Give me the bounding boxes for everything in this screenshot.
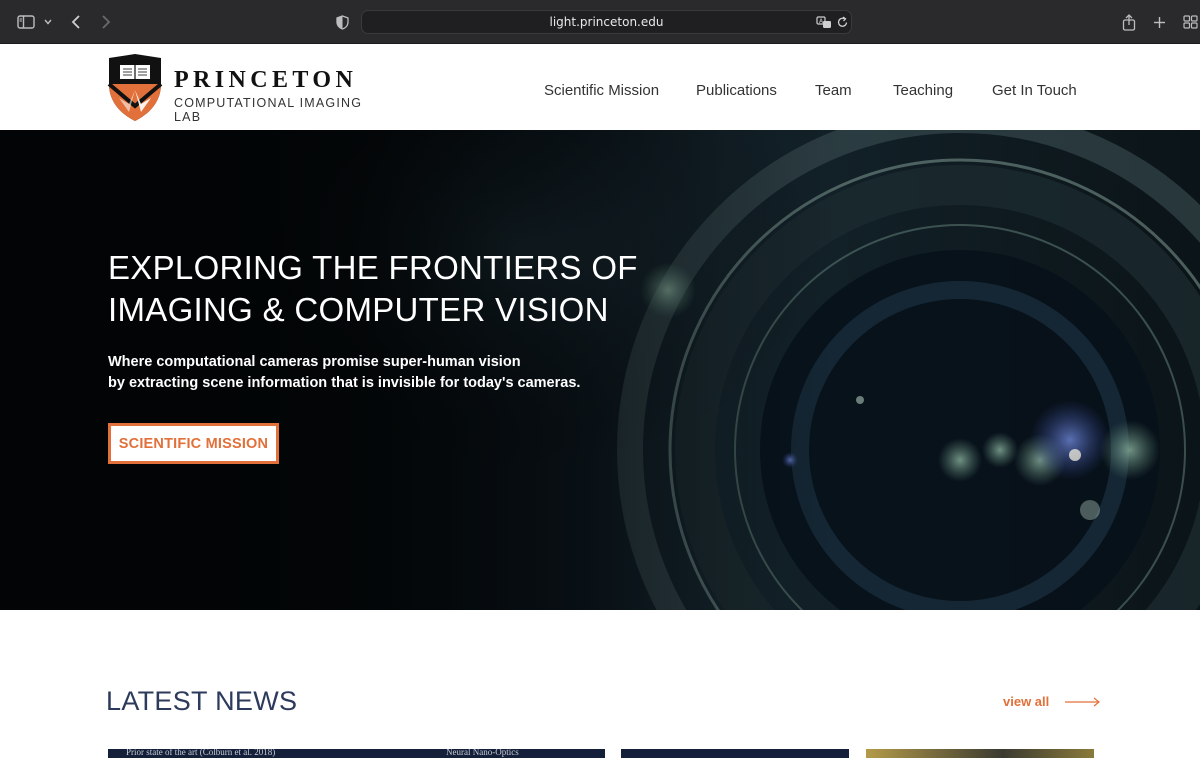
address-bar[interactable]: light.princeton.edu A (361, 10, 852, 34)
tab-overview-icon[interactable] (1181, 10, 1199, 34)
site-header: PRINCETON COMPUTATIONAL IMAGING LAB Scie… (0, 44, 1200, 130)
princeton-shield-icon (107, 54, 163, 121)
sidebar-icon[interactable] (16, 10, 36, 34)
hero-headline: EXPLORING THE FRONTIERS OF IMAGING & COM… (108, 247, 668, 331)
reload-icon[interactable] (835, 13, 849, 31)
logo-wordmark: PRINCETON (174, 67, 358, 93)
new-tab-icon[interactable] (1151, 10, 1167, 34)
hero-headline-line1: EXPLORING THE FRONTIERS OF (108, 249, 638, 286)
browser-toolbar: light.princeton.edu A (0, 0, 1200, 44)
hero-sub-line2: by extracting scene information that is … (108, 375, 581, 391)
forward-icon[interactable] (98, 10, 114, 34)
url-text: light.princeton.edu (549, 15, 664, 29)
nav-scientific-mission[interactable]: Scientific Mission (544, 82, 659, 99)
view-all-label: view all (1003, 694, 1050, 709)
nav-teaching[interactable]: Teaching (893, 82, 953, 99)
news-card[interactable] (621, 749, 849, 758)
back-icon[interactable] (68, 10, 84, 34)
arrow-right-icon (1065, 697, 1101, 706)
nav-get-in-touch[interactable]: Get In Touch (992, 82, 1077, 99)
nav-publications[interactable]: Publications (696, 82, 777, 99)
translate-icon[interactable]: A (815, 13, 833, 31)
hero-banner: EXPLORING THE FRONTIERS OF IMAGING & COM… (0, 130, 1200, 610)
chevron-down-icon[interactable] (42, 10, 54, 34)
logo-subtitle: COMPUTATIONAL IMAGING LAB (174, 96, 363, 124)
hero-sub-line1: Where computational cameras promise supe… (108, 354, 521, 370)
lab-logo[interactable]: PRINCETON COMPUTATIONAL IMAGING LAB (107, 54, 377, 124)
scientific-mission-button[interactable]: SCIENTIFIC MISSION (108, 423, 279, 464)
hero-subheadline: Where computational cameras promise supe… (108, 352, 628, 394)
latest-news-heading: LATEST NEWS (106, 686, 298, 716)
share-icon[interactable] (1120, 10, 1138, 34)
nav-team[interactable]: Team (815, 82, 852, 99)
news-card[interactable] (866, 749, 1094, 758)
shield-privacy-icon[interactable] (333, 10, 351, 34)
news-card-caption: Neural Nano-Optics (446, 749, 519, 757)
hero-headline-line2: IMAGING & COMPUTER VISION (108, 291, 609, 328)
view-all-link[interactable]: view all (1003, 694, 1101, 709)
news-card[interactable]: Prior state of the art (Colburn et al. 2… (108, 749, 605, 758)
news-card-caption: Prior state of the art (Colburn et al. 2… (126, 749, 276, 757)
